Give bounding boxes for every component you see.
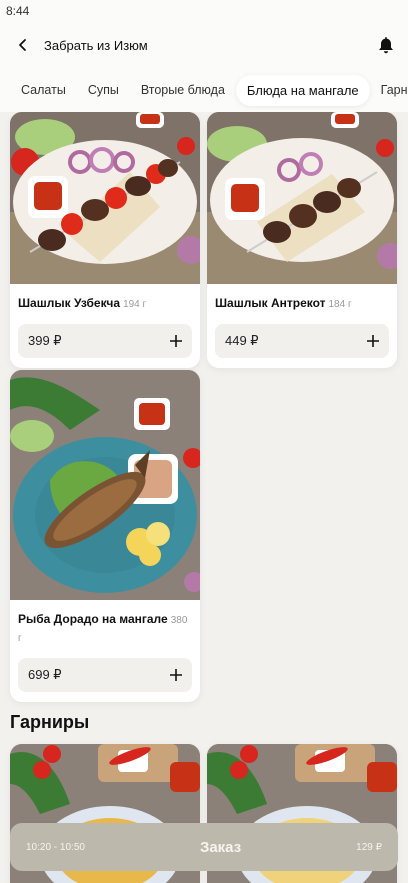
back-button[interactable]: [8, 30, 38, 60]
product-image: [10, 112, 200, 284]
product-card-dorado-fish[interactable]: Рыба Дорадо на мангале 380 г 699 ₽: [10, 370, 200, 702]
order-label: Заказ: [199, 838, 242, 856]
product-card-uzbek-shashlik[interactable]: Шашлык Узбекча 194 г 399 ₽: [10, 112, 200, 368]
product-title-row: Шашлык Антрекот 184 г: [215, 294, 389, 312]
product-title-row: Рыба Дорадо на мангале 380 г: [18, 610, 192, 646]
section-title-garnish: Гарниры: [10, 712, 90, 732]
tab-soups[interactable]: Супы: [77, 75, 130, 105]
status-bar: 8:44: [0, 0, 408, 22]
menu-content: Шашлык Узбекча 194 г 399 ₽ Шашлык Антрек…: [0, 112, 408, 883]
order-time-range: 10:20 - 10:50: [26, 841, 85, 853]
plus-icon: [170, 335, 182, 347]
product-title: Шашлык Узбекча: [18, 296, 121, 310]
plus-icon: [367, 335, 379, 347]
add-to-cart-button[interactable]: 699 ₽: [18, 658, 192, 692]
product-weight: 184 г: [328, 299, 352, 310]
product-title-row: Шашлык Узбекча 194 г: [18, 294, 192, 312]
product-price: 699 ₽: [28, 667, 62, 682]
app-header: Забрать из Изюм: [0, 22, 408, 68]
product-image: [10, 370, 200, 600]
page-title[interactable]: Забрать из Изюм: [44, 38, 148, 53]
product-title: Шашлык Антрекот: [215, 296, 326, 310]
product-price: 399 ₽: [28, 333, 62, 348]
tab-salads[interactable]: Салаты: [10, 75, 77, 105]
order-total: 129 ₽: [356, 841, 382, 853]
notifications-button[interactable]: [372, 31, 400, 59]
order-button[interactable]: 10:20 - 10:50 Заказ 129 ₽: [10, 823, 398, 871]
add-to-cart-button[interactable]: 449 ₽: [215, 324, 389, 358]
bell-icon: [379, 37, 393, 54]
add-to-cart-button[interactable]: 399 ₽: [18, 324, 192, 358]
tab-main-dishes[interactable]: Вторые блюда: [130, 75, 236, 105]
product-card-antrecot-shashlik[interactable]: Шашлык Антрекот 184 г 449 ₽: [207, 112, 397, 368]
product-title: Рыба Дорадо на мангале: [18, 612, 168, 626]
tab-grill-dishes[interactable]: Блюда на мангале: [235, 74, 370, 106]
product-image: [207, 112, 397, 284]
plus-icon: [170, 669, 182, 681]
chevron-left-icon: [19, 39, 26, 51]
product-price: 449 ₽: [225, 333, 259, 348]
product-weight: 194 г: [123, 299, 147, 310]
status-time: 8:44: [6, 4, 30, 18]
category-tabs: Салаты Супы Вторые блюда Блюда на мангал…: [0, 68, 408, 112]
tab-garnish[interactable]: Гарниры: [370, 75, 408, 105]
